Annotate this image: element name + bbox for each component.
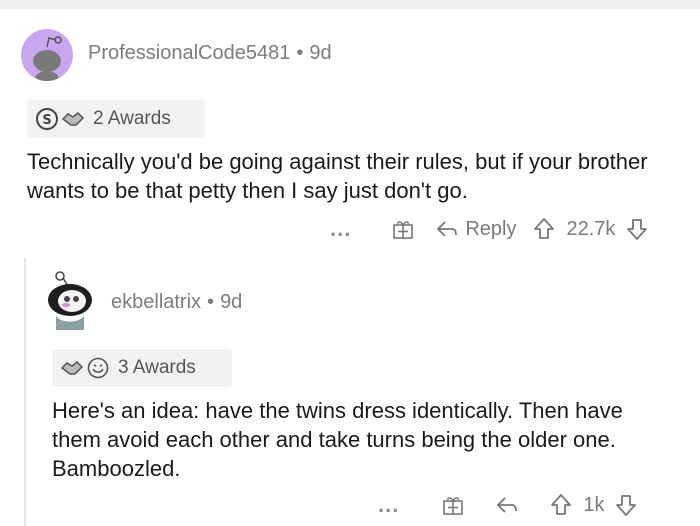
username[interactable]: ekbellatrix (111, 291, 201, 313)
comment-author[interactable]: ekbellatrix • 9d (111, 291, 242, 314)
comment-body: Technically you'd be going against their… (27, 149, 648, 203)
awards-count: 3 Awards (118, 357, 196, 378)
downvote-button[interactable] (614, 493, 638, 517)
reply-arrow-icon (497, 497, 518, 513)
downvote-arrow-icon (627, 219, 648, 240)
reply-arrow-icon (437, 221, 458, 237)
avatar[interactable] (21, 29, 73, 81)
comment-actions: ... 1k (378, 490, 638, 520)
reply-button[interactable]: Reply (435, 218, 516, 241)
awards-count: 2 Awards (93, 108, 171, 129)
avatar[interactable] (44, 270, 96, 330)
wholesome-award-icon (86, 356, 110, 380)
silver-award-icon: S (35, 107, 59, 131)
awards-badge[interactable]: 3 Awards (52, 349, 232, 387)
comment-age: 9d (220, 291, 243, 313)
reply-label: Reply (465, 217, 517, 240)
upvote-arrow-icon (551, 494, 572, 515)
vote-score: 1k (583, 493, 605, 516)
snoo-icon (48, 271, 92, 330)
upvote-button[interactable] (532, 217, 556, 241)
svg-text:S: S (42, 113, 51, 128)
thread-line[interactable] (24, 258, 26, 526)
more-options-button[interactable]: ... (330, 216, 351, 242)
meta-separator: • (296, 42, 304, 64)
top-divider (0, 0, 700, 9)
comment-actions: ... Reply 22.7k (330, 214, 649, 244)
meta-separator: • (207, 291, 215, 313)
downvote-button[interactable] (625, 217, 649, 241)
gift-icon (443, 497, 464, 515)
vote-score: 22.7k (566, 217, 616, 240)
give-award-button[interactable] (441, 493, 465, 517)
give-award-button[interactable] (391, 217, 415, 241)
snoo-icon (33, 36, 62, 81)
handshake-award-icon (61, 107, 85, 131)
more-options-button[interactable]: ... (378, 492, 399, 518)
downvote-arrow-icon (616, 495, 637, 516)
comment-age: 9d (309, 42, 332, 64)
handshake-award-icon (60, 356, 84, 380)
comment-author[interactable]: ProfessionalCode5481 • 9d (88, 42, 332, 65)
gift-icon (393, 221, 414, 239)
awards-badge[interactable]: S 2 Awards (27, 100, 205, 138)
comment-body: Here's an idea: have the twins dress ide… (52, 398, 623, 481)
upvote-arrow-icon (534, 218, 555, 239)
username[interactable]: ProfessionalCode5481 (88, 42, 290, 64)
upvote-button[interactable] (549, 493, 573, 517)
reply-button[interactable] (495, 494, 519, 516)
